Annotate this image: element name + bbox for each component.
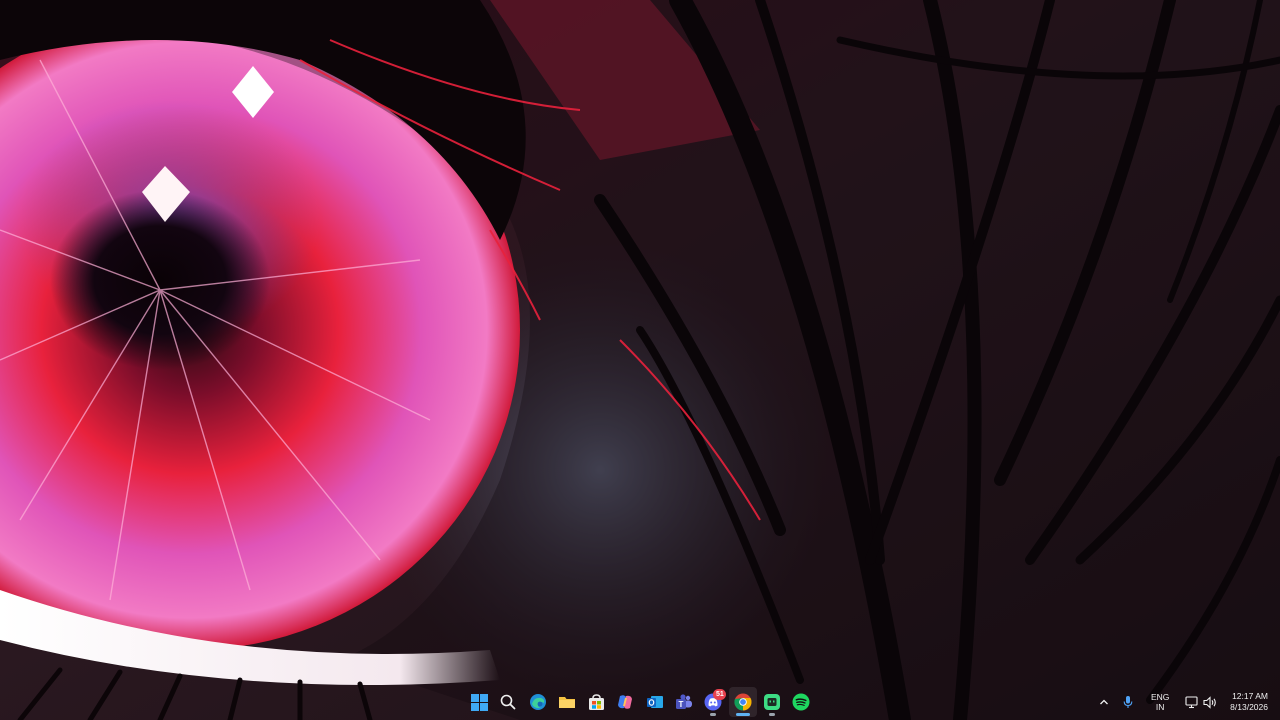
notification-badge: 51 <box>713 689 727 700</box>
discord-button[interactable]: 51 <box>699 687 727 717</box>
network-icon <box>1185 695 1198 708</box>
teams-button[interactable]: T <box>670 687 698 717</box>
clock-button[interactable]: 12:17 AM 8/13/2026 <box>1224 687 1280 717</box>
active-indicator <box>735 713 750 716</box>
chevron-up-icon <box>1100 699 1109 705</box>
file-explorer-button[interactable] <box>553 687 581 717</box>
microphone-button[interactable] <box>1117 687 1139 717</box>
input-language-button[interactable]: ENG IN <box>1143 687 1177 717</box>
app-icon <box>763 694 780 710</box>
microphone-icon <box>1123 696 1133 708</box>
microsoft-store-button[interactable] <box>582 687 610 717</box>
running-indicator <box>768 713 775 716</box>
taskbar-pinned-apps: T 51 <box>465 687 815 717</box>
running-indicator <box>710 713 717 716</box>
search-button[interactable] <box>494 687 522 717</box>
spotify-button[interactable] <box>787 687 815 717</box>
language-region: IN <box>1155 702 1165 712</box>
show-hidden-icons-button[interactable] <box>1093 687 1115 717</box>
copilot-button[interactable] <box>611 687 639 717</box>
language-code: ENG <box>1150 692 1170 702</box>
volume-icon <box>1203 695 1216 709</box>
windows-start-icon <box>470 693 488 711</box>
chrome-button[interactable] <box>728 687 757 717</box>
search-icon <box>500 694 516 710</box>
teams-icon: T <box>676 694 693 709</box>
copilot-icon <box>618 695 633 709</box>
green-app-button[interactable] <box>758 687 786 717</box>
taskbar: T 51 ENG IN 12:17 AM 8/13/2026 <box>0 684 1280 720</box>
outlook-button[interactable] <box>641 687 669 717</box>
system-tray: ENG IN 12:17 AM 8/13/2026 <box>1093 684 1280 720</box>
spotify-icon <box>792 693 810 711</box>
wallpaper <box>0 0 1280 720</box>
clock-date: 8/13/2026 <box>1230 702 1268 712</box>
chrome-icon <box>734 693 752 711</box>
clock-time: 12:17 AM <box>1232 691 1268 701</box>
desktop[interactable]: T 51 ENG IN 12:17 AM 8/13/2026 <box>0 0 1280 720</box>
store-icon <box>588 693 604 710</box>
edge-button[interactable] <box>524 687 552 717</box>
folder-icon <box>558 697 575 708</box>
edge-icon <box>529 694 546 710</box>
quick-settings-button[interactable] <box>1179 687 1224 717</box>
start-button[interactable] <box>465 687 493 717</box>
outlook-icon <box>646 696 663 708</box>
svg-text:T: T <box>679 700 684 709</box>
